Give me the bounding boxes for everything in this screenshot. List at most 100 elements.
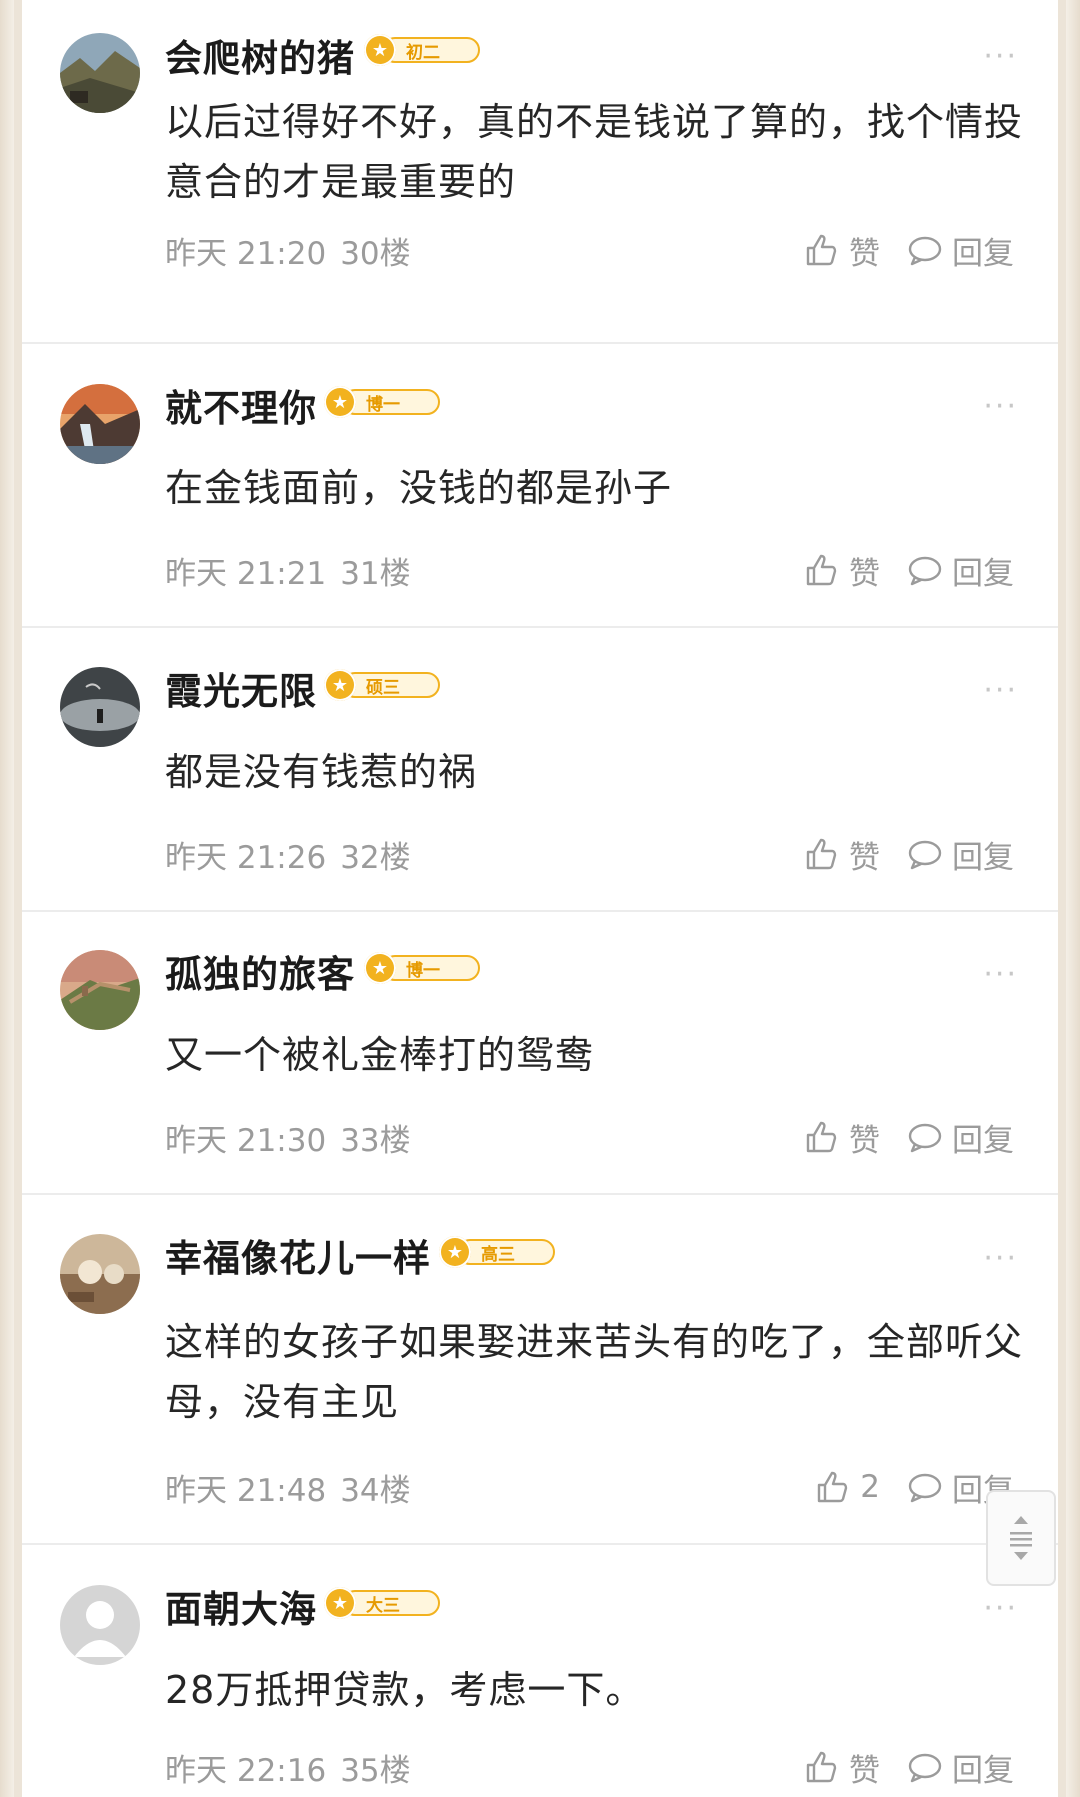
avatar[interactable] (60, 950, 140, 1030)
divider (22, 626, 1058, 628)
comment-text: 都是没有钱惹的祸 (165, 750, 478, 794)
reply-button[interactable]: 回复 (906, 548, 1014, 593)
comment-text: 以后过得好不好，真的不是钱说了算的，找个情投意合的才是最重要的 (165, 100, 1024, 204)
reply-label: 回复 (952, 839, 1014, 876)
level-label: 初二 (382, 37, 480, 63)
level-badge: ★ 博一 (364, 952, 480, 984)
username[interactable]: 孤独的旅客 (165, 944, 355, 998)
avatar[interactable] (60, 1585, 140, 1665)
level-label: 硕三 (342, 672, 440, 698)
comment-meta: 昨天 21:48 34楼 (165, 1465, 411, 1510)
comment-floor: 31楼 (340, 556, 411, 592)
more-dots-icon[interactable]: ··· (983, 960, 1018, 990)
like-button[interactable]: 2 (814, 1468, 880, 1506)
speech-bubble-icon (908, 840, 942, 870)
username[interactable]: 幸福像花儿一样 (165, 1228, 431, 1282)
like-label: 赞 (849, 235, 880, 272)
comment-list: 会爬树的猪 ★ 初二 ··· 以后过得好不好，真的不是钱说了算的，找个情投意合的… (22, 0, 1058, 1797)
comment-meta: 昨天 22:16 35楼 (165, 1745, 411, 1790)
level-badge: ★ 硕三 (324, 669, 440, 701)
reply-label: 回复 (952, 1752, 1014, 1789)
more-dots-icon[interactable]: ··· (983, 676, 1018, 706)
comment-actions: 赞 回复 (803, 548, 1014, 593)
comment-meta: 昨天 21:26 32楼 (165, 832, 411, 877)
more-dots-icon[interactable]: ··· (983, 392, 1018, 422)
username[interactable]: 霞光无限 (165, 661, 317, 715)
comment-text: 在金钱面前，没钱的都是孙子 (165, 466, 673, 510)
level-label: 博一 (382, 955, 480, 981)
comment-actions: 赞 回复 (803, 1745, 1014, 1790)
thumbs-up-icon (806, 1121, 837, 1153)
comment-floor: 35楼 (340, 1753, 411, 1789)
comment-text: 又一个被礼金棒打的鸳鸯 (165, 1033, 595, 1077)
comment-time: 昨天 21:26 (165, 840, 327, 876)
thumbs-up-icon (806, 1751, 837, 1783)
speech-bubble-icon (908, 1473, 942, 1503)
like-count: 2 (860, 1469, 880, 1505)
medal-icon: ★ (364, 952, 396, 984)
reply-button[interactable]: 回复 (906, 1745, 1014, 1790)
level-label: 高三 (457, 1239, 555, 1265)
level-badge: ★ 初二 (364, 34, 480, 66)
medal-icon: ★ (364, 34, 396, 66)
like-label: 赞 (849, 1122, 880, 1159)
like-label: 赞 (849, 1752, 880, 1789)
comment-text: 这样的女孩子如果娶进来苦头有的吃了，全部听父母，没有主见 (165, 1320, 1024, 1424)
comment-time: 昨天 21:30 (165, 1123, 327, 1159)
reply-button[interactable]: 回复 (906, 832, 1014, 877)
like-button[interactable]: 赞 (803, 832, 880, 877)
speech-bubble-icon (908, 556, 942, 586)
scroll-to-top-icon (1010, 1516, 1032, 1560)
thumbs-up-icon (818, 1471, 848, 1503)
comment-actions: 赞 回复 (803, 832, 1014, 877)
speech-bubble-icon (908, 1753, 942, 1783)
comment-floor: 33楼 (340, 1123, 411, 1159)
thumbs-up-icon (806, 554, 837, 586)
reply-label: 回复 (952, 555, 1014, 592)
speech-bubble-icon (908, 236, 942, 266)
avatar[interactable] (60, 667, 140, 747)
more-dots-icon[interactable]: ··· (983, 42, 1018, 72)
divider (22, 1193, 1058, 1195)
username[interactable]: 面朝大海 (165, 1579, 317, 1633)
avatar[interactable] (60, 1234, 140, 1314)
reply-label: 回复 (952, 1122, 1014, 1159)
speech-bubble-icon (908, 1123, 942, 1153)
comment-time: 昨天 21:48 (165, 1473, 327, 1509)
level-label: 大三 (342, 1590, 440, 1616)
comment-meta: 昨天 21:20 30楼 (165, 228, 411, 273)
comment-time: 昨天 21:20 (165, 236, 327, 272)
page-frame-right (1066, 0, 1080, 1797)
like-button[interactable]: 赞 (803, 228, 880, 273)
comment-meta: 昨天 21:21 31楼 (165, 548, 411, 593)
thumbs-up-icon (806, 838, 837, 870)
comment-time: 昨天 21:21 (165, 556, 327, 592)
comment-meta: 昨天 21:30 33楼 (165, 1115, 411, 1160)
comment-actions: 赞 回复 (803, 1115, 1014, 1160)
level-badge: ★ 高三 (439, 1236, 555, 1268)
like-button[interactable]: 赞 (803, 1745, 880, 1790)
comment-actions: 2 回复 (814, 1467, 1014, 1509)
more-dots-icon[interactable]: ··· (983, 1594, 1018, 1624)
avatar[interactable] (60, 33, 140, 113)
username[interactable]: 会爬树的猪 (165, 28, 355, 82)
medal-icon: ★ (324, 669, 356, 701)
medal-icon: ★ (324, 386, 356, 418)
username[interactable]: 就不理你 (165, 378, 317, 432)
avatar[interactable] (60, 384, 140, 464)
divider (22, 342, 1058, 344)
thumbs-up-icon (806, 234, 837, 266)
more-dots-icon[interactable]: ··· (983, 1244, 1018, 1274)
like-button[interactable]: 赞 (803, 548, 880, 593)
comment-time: 昨天 22:16 (165, 1753, 327, 1789)
like-button[interactable]: 赞 (803, 1115, 880, 1160)
medal-icon: ★ (324, 1587, 356, 1619)
reply-button[interactable]: 回复 (906, 228, 1014, 273)
like-label: 赞 (849, 839, 880, 876)
scroll-to-top-button[interactable] (986, 1490, 1056, 1586)
level-label: 博一 (342, 389, 440, 415)
reply-button[interactable]: 回复 (906, 1115, 1014, 1160)
comment-floor: 32楼 (340, 840, 411, 876)
comment-floor: 34楼 (340, 1473, 411, 1509)
divider (22, 1543, 1058, 1545)
